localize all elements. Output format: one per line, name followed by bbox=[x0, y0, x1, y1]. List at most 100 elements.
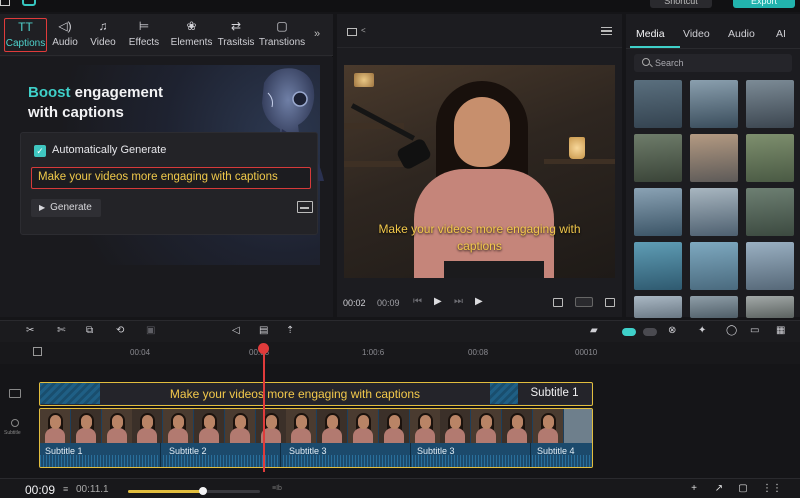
segment-label[interactable]: Subtitle 2 bbox=[169, 446, 207, 456]
media-thumbnail[interactable] bbox=[746, 296, 794, 318]
export-button[interactable]: Export bbox=[733, 0, 795, 8]
caption-track-icon[interactable]: ▤ bbox=[259, 325, 268, 336]
link-icon[interactable]: ⊗ bbox=[668, 325, 676, 336]
media-tab-media[interactable]: Media bbox=[636, 28, 665, 40]
tab-captions[interactable]: TT Captions bbox=[4, 18, 47, 52]
media-thumbnail[interactable] bbox=[634, 80, 682, 128]
media-thumbnail[interactable] bbox=[690, 242, 738, 290]
timeline-ruler[interactable]: 00:04 00:08 1:00:6 00:08 00010 bbox=[0, 342, 800, 364]
tab-audio[interactable]: ◁) Audio bbox=[50, 18, 80, 52]
generate-label: Generate bbox=[50, 202, 92, 213]
link-toggle[interactable] bbox=[643, 328, 657, 336]
copy-icon[interactable]: ⧉ bbox=[86, 325, 93, 336]
ratio-toggle[interactable] bbox=[575, 297, 593, 307]
total-time: 00:09 bbox=[377, 298, 400, 308]
segment-label[interactable]: Subtitle 3 bbox=[289, 446, 327, 456]
media-thumbnail[interactable] bbox=[746, 242, 794, 290]
crop-icon[interactable]: ▣ bbox=[146, 325, 155, 336]
caption-text-input[interactable]: Make your videos more engaging with capt… bbox=[31, 167, 311, 189]
tab-transitions-2[interactable]: ▢ Transtions bbox=[257, 18, 307, 52]
next-frame-icon[interactable]: ⏭ bbox=[454, 296, 463, 307]
video-clip[interactable]: Subtitle 1 Subtitle 2 Subtitle 3 Subtitl… bbox=[39, 408, 593, 468]
media-thumbnail[interactable] bbox=[746, 80, 794, 128]
caption-style-icon[interactable] bbox=[297, 201, 313, 213]
comment-icon[interactable]: ▢ bbox=[735, 483, 751, 495]
caption-clip[interactable]: Make your videos more engaging with capt… bbox=[39, 382, 593, 406]
media-tab-ai[interactable]: AI bbox=[776, 28, 786, 40]
caption-clip-label: Subtitle 1 bbox=[518, 383, 591, 404]
crop-frame-icon[interactable] bbox=[553, 298, 563, 307]
video-preview[interactable]: Make your videos more engaging with capt… bbox=[344, 65, 615, 278]
media-tab-audio[interactable]: Audio bbox=[728, 28, 755, 40]
zoom-slider-knob[interactable] bbox=[199, 487, 208, 495]
segment-label[interactable]: Subtitle 4 bbox=[537, 446, 575, 456]
video-frame-thumbnail bbox=[378, 409, 409, 443]
media-thumbnail[interactable] bbox=[746, 188, 794, 236]
media-thumbnail[interactable] bbox=[634, 188, 682, 236]
media-thumbnail[interactable] bbox=[690, 134, 738, 182]
audio-waveform bbox=[40, 455, 592, 467]
segment-label[interactable]: Subtitle 3 bbox=[417, 446, 455, 456]
preview-panel: < Make your videos more engaging with ca… bbox=[337, 14, 622, 317]
tab-effects[interactable]: ⊨ Effects bbox=[126, 18, 162, 52]
current-time: 00:02 bbox=[343, 298, 366, 308]
cut-icon[interactable]: ✄ bbox=[57, 325, 65, 336]
playhead-handle[interactable] bbox=[258, 343, 269, 354]
media-thumbnail[interactable] bbox=[690, 80, 738, 128]
preview-menu-icon[interactable] bbox=[601, 27, 612, 35]
tab-elements[interactable]: ❀ Elements bbox=[169, 18, 214, 52]
caption-clip-text: Make your videos more engaging with capt… bbox=[169, 387, 421, 401]
loop-icon[interactable]: ⟲ bbox=[116, 325, 124, 336]
tab-label: Trasitsis bbox=[217, 37, 255, 48]
fullscreen-icon[interactable] bbox=[605, 298, 615, 307]
magnet-icon[interactable]: ⇡ bbox=[286, 325, 294, 336]
time-separator-icon: ≡ bbox=[63, 484, 69, 494]
tab-label: Transtions bbox=[258, 37, 306, 48]
media-search-input[interactable]: Search bbox=[634, 54, 792, 72]
media-thumbnail[interactable] bbox=[746, 134, 794, 182]
chat-icon[interactable]: ◯ bbox=[726, 325, 737, 336]
shortcut-button[interactable]: Shortcut bbox=[650, 0, 712, 8]
video-frame-thumbnail bbox=[317, 409, 348, 443]
video-frame-thumbnail bbox=[286, 409, 317, 443]
media-thumbnail[interactable] bbox=[634, 296, 682, 318]
media-thumbnail[interactable] bbox=[690, 296, 738, 318]
snap-toggle[interactable] bbox=[622, 328, 636, 336]
screen-icon[interactable]: ▭ bbox=[750, 325, 759, 336]
share-icon[interactable]: ↗ bbox=[711, 483, 727, 495]
caption-line-2: captions bbox=[457, 239, 502, 253]
video-frame-thumbnail bbox=[163, 409, 194, 443]
person-face bbox=[454, 97, 510, 167]
monitor-icon[interactable] bbox=[0, 0, 10, 6]
folder-icon[interactable]: ▰ bbox=[590, 325, 598, 336]
tab-video[interactable]: ♫ Video bbox=[88, 18, 118, 52]
play-alt-button[interactable]: ▶ bbox=[475, 296, 483, 307]
play-button[interactable]: ▶ bbox=[434, 296, 442, 307]
captions-icon: TT bbox=[18, 20, 33, 34]
generate-button[interactable]: ▶ Generate bbox=[31, 199, 101, 217]
caption-track-label-icon bbox=[9, 389, 21, 398]
split-icon[interactable]: ✂ bbox=[26, 325, 34, 336]
media-tab-video[interactable]: Video bbox=[683, 28, 710, 40]
add-icon[interactable]: + bbox=[686, 483, 702, 495]
video-frame-thumbnail bbox=[563, 409, 592, 443]
zoom-slider[interactable] bbox=[128, 487, 260, 495]
tab-transitions[interactable]: ⇄ Trasitsis bbox=[216, 18, 256, 52]
media-thumbnail[interactable] bbox=[690, 188, 738, 236]
media-thumbnail[interactable] bbox=[634, 134, 682, 182]
audio-icon[interactable]: ◁ bbox=[232, 325, 240, 336]
video-frame-thumbnail bbox=[502, 409, 532, 443]
star-icon[interactable]: ✦ bbox=[698, 325, 706, 336]
ruler-start-icon bbox=[33, 347, 42, 356]
playhead-line[interactable] bbox=[263, 345, 265, 472]
aspect-ratio-icon[interactable] bbox=[347, 28, 357, 36]
more-menu-icon[interactable]: ⋮⋮ bbox=[762, 483, 782, 495]
prev-frame-icon[interactable]: ⏮ bbox=[413, 296, 422, 307]
segment-label[interactable]: Subtitle 1 bbox=[45, 446, 83, 456]
media-thumbnail[interactable] bbox=[634, 242, 682, 290]
grid-icon[interactable]: ▦ bbox=[776, 325, 785, 336]
more-tabs-icon[interactable]: » bbox=[314, 28, 320, 40]
video-frame-thumbnail bbox=[409, 409, 440, 443]
ratio-caret-icon[interactable]: < bbox=[361, 26, 366, 35]
auto-generate-checkbox[interactable]: ✓ bbox=[34, 145, 46, 157]
